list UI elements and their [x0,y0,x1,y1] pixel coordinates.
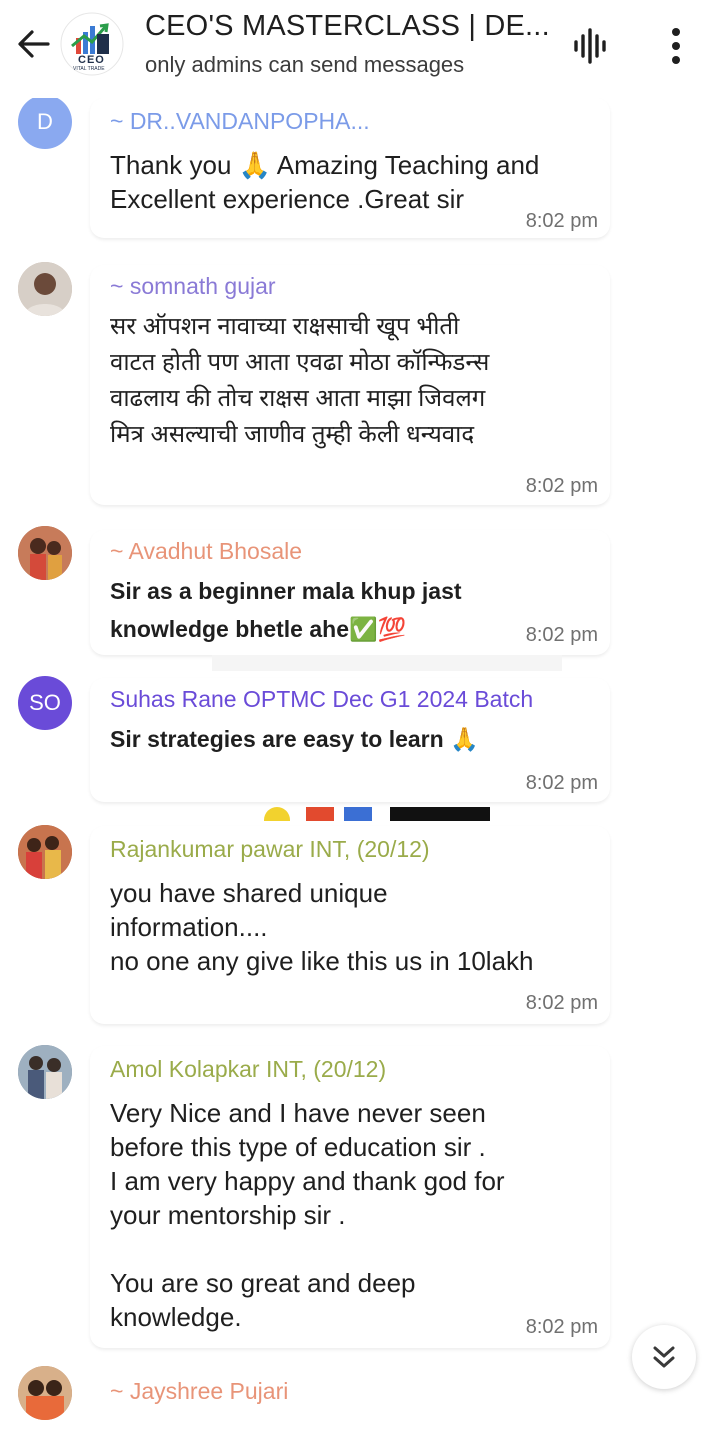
message-text: you have shared unique information.... n… [110,878,534,976]
sender-name[interactable]: Suhas Rane OPTMC Dec G1 2024 Batch [110,686,533,713]
message-bubble[interactable]: Suhas Rane OPTMC Dec G1 2024 Batch Sir s… [90,678,610,802]
group-title[interactable]: CEO'S MASTERCLASS | DE... [145,10,550,43]
group-avatar[interactable]: CEO VITAL TRADE [60,12,124,76]
avatar-initials: D [37,109,53,134]
more-vertical-icon [672,28,680,64]
sender-name[interactable]: ~ Jayshree Pujari [110,1378,288,1405]
sender-name[interactable]: Rajankumar pawar INT, (20/12) [110,836,430,863]
sender-name[interactable]: ~ DR..VANDANPOPHA... [110,108,370,135]
avatar-initials: SO [29,690,61,715]
sender-name[interactable]: ~ somnath gujar [110,273,276,300]
message-bubble[interactable]: ~ Jayshree Pujari [90,1368,610,1438]
avatar[interactable]: SO [18,676,72,730]
message-time: 8:02 pm [525,992,598,1014]
profile-photo-icon [18,526,72,580]
message-time: 8:02 pm [525,624,598,646]
media-preview-strip [212,655,562,671]
voice-chat-button[interactable] [570,26,614,66]
profile-photo-icon [18,1045,72,1099]
arrow-left-icon [18,30,50,58]
logo-text: CEO [78,54,105,66]
message-time: 8:02 pm [525,475,598,497]
avatar[interactable] [18,825,72,879]
message-bubble[interactable]: ~ somnath gujar सर ऑपशन नावाच्या राक्षसा… [90,265,610,505]
avatar[interactable] [18,526,72,580]
avatar[interactable]: D [18,95,72,149]
message-bubble[interactable]: Amol Kolapkar INT, (20/12) Very Nice and… [90,1046,610,1348]
voice-waveform-icon [574,28,606,64]
profile-photo-icon [18,1366,72,1420]
media-preview-strip [240,805,562,821]
chat-header: CEO VITAL TRADE CEO'S MASTERCLASS | DE..… [0,0,720,98]
message-time: 8:02 pm [525,772,598,794]
logo-subtext: VITAL TRADE [73,66,105,72]
avatar[interactable] [18,262,72,316]
message-text: Sir as a beginner mala khup jast knowled… [110,578,462,642]
message-text: Sir strategies are easy to learn 🙏 [110,726,479,752]
message-text: Thank you 🙏 Amazing Teaching and Excelle… [110,150,540,214]
sender-name[interactable]: ~ Avadhut Bhosale [110,538,302,565]
message-time: 8:02 pm [525,210,598,232]
group-subtitle: only admins can send messages [145,52,465,77]
double-chevron-down-icon [653,1346,675,1368]
avatar[interactable] [18,1045,72,1099]
back-button[interactable] [14,24,54,64]
message-time: 8:02 pm [525,1316,598,1338]
profile-photo-icon [18,825,72,879]
message-bubble[interactable]: ~ DR..VANDANPOPHA... Thank you 🙏 Amazing… [90,98,610,238]
sender-name[interactable]: Amol Kolapkar INT, (20/12) [110,1056,386,1083]
more-options-button[interactable] [662,24,690,68]
profile-photo-icon [18,262,72,316]
message-bubble[interactable]: Rajankumar pawar INT, (20/12) you have s… [90,826,610,1024]
message-text: Very Nice and I have never seen before t… [110,1098,505,1332]
scroll-to-bottom-button[interactable] [632,1325,696,1389]
message-text: सर ऑपशन नावाच्या राक्षसाची खूप भीती वाटत… [110,313,490,448]
avatar[interactable] [18,1366,72,1420]
message-bubble[interactable]: ~ Avadhut Bhosale Sir as a beginner mala… [90,530,610,655]
